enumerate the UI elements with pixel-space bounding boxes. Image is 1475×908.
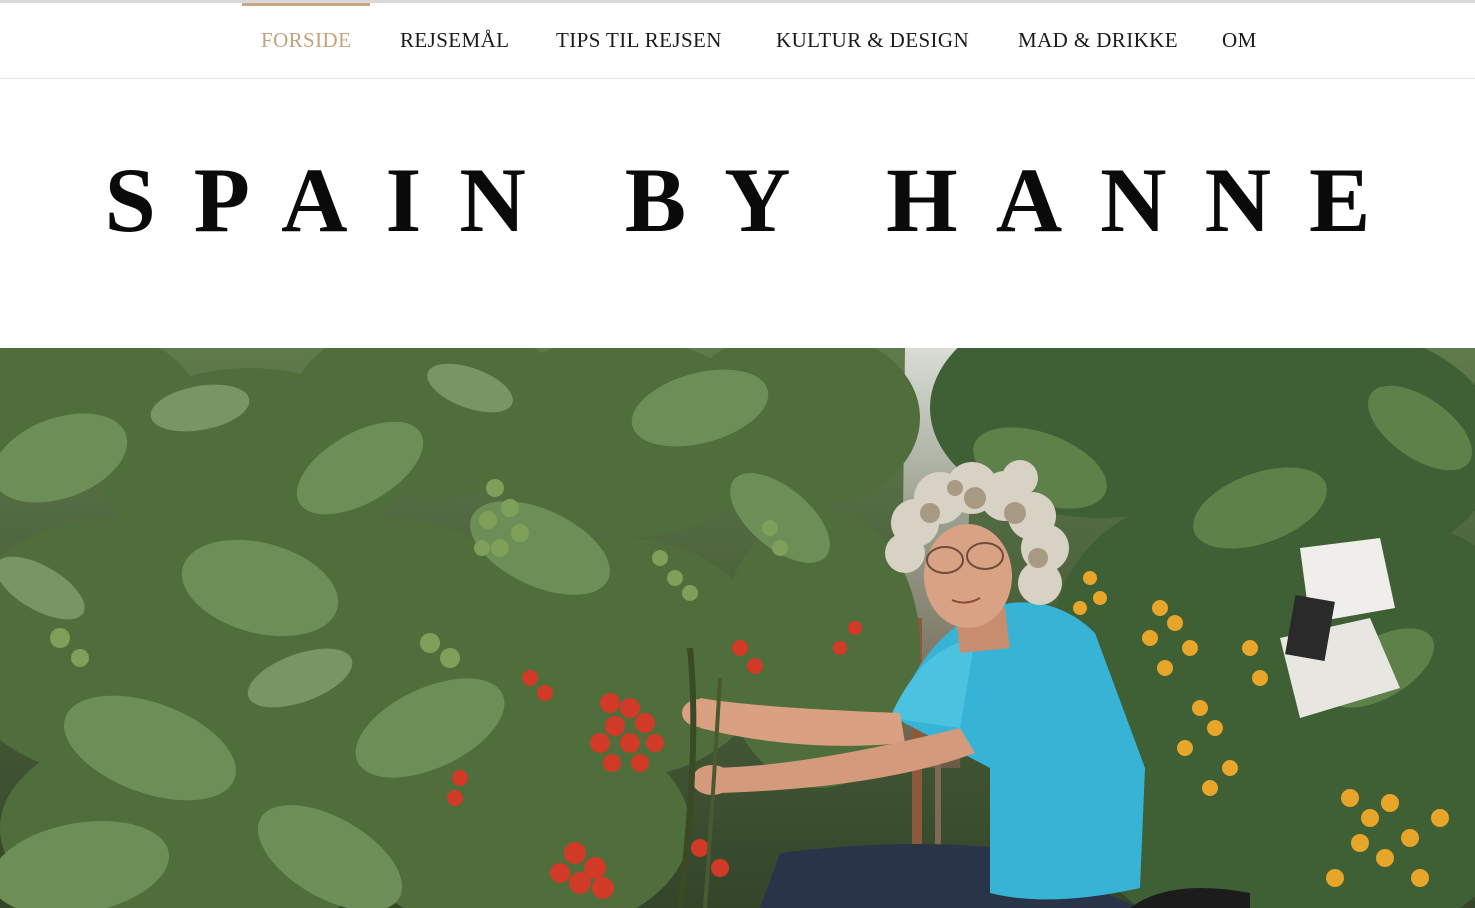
nav-item-om[interactable]: OM: [1222, 3, 1257, 78]
nav-item-rejsemaal[interactable]: REJSEMÅL: [400, 3, 509, 78]
nav-item-mad-drikke[interactable]: MAD & DRIKKE: [1018, 3, 1178, 78]
nav-item-forside[interactable]: FORSIDE: [241, 3, 371, 78]
hero-image: [0, 348, 1475, 908]
nav-item-kultur-design[interactable]: KULTUR & DESIGN: [776, 3, 969, 78]
main-navigation: FORSIDE REJSEMÅL TIPS TIL REJSEN KULTUR …: [0, 3, 1475, 79]
nav-item-tips-til-rejsen[interactable]: TIPS TIL REJSEN: [556, 3, 722, 78]
site-title[interactable]: SPAIN BY HANNE: [0, 140, 1475, 260]
